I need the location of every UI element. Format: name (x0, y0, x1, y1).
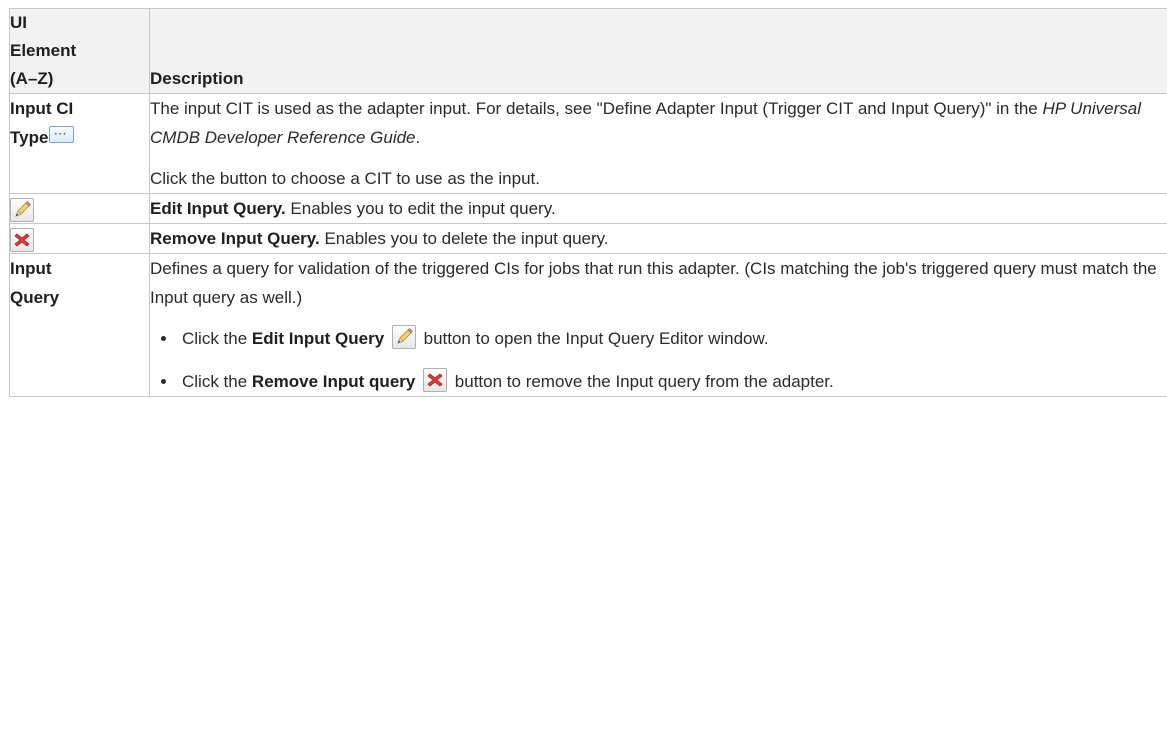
header-word: Element (10, 41, 77, 60)
element-name: Input (10, 259, 52, 278)
element-name: Edit Input Query (251, 329, 385, 348)
browse-ellipsis-icon: ··· (49, 126, 75, 144)
ui-element-cell: Input CI Type ··· (9, 93, 150, 194)
column-header-description: Description (149, 8, 1167, 94)
description-cell: Edit Input Query. Enables you to edit th… (149, 193, 1167, 224)
ui-element-cell (9, 193, 150, 224)
element-name: Query (10, 288, 60, 307)
table-row-input-ci-type: Input CI Type ··· The input CIT is used a… (9, 93, 1167, 194)
description-cell: The input CIT is used as the adapter inp… (149, 93, 1167, 194)
description-cell: Defines a query for validation of the tr… (149, 253, 1167, 397)
ui-element-cell: Input Query (9, 253, 150, 397)
description-text: Click the (182, 372, 252, 391)
table-row-remove-input-query: Remove Input Query. Enables you to delet… (9, 223, 1167, 254)
header-word: UI (10, 13, 27, 32)
ui-element-cell (9, 223, 150, 254)
red-x-icon (10, 227, 34, 252)
description-text: button to remove the Input query from th… (450, 372, 834, 391)
description-text: Enables you to delete the input query. (319, 229, 609, 248)
element-name: Edit Input Query. (150, 199, 286, 218)
description-text: The input CIT is used as the adapter inp… (150, 99, 1043, 118)
description-text: Enables you to edit the input query. (285, 199, 556, 218)
description-cell: Remove Input Query. Enables you to delet… (149, 223, 1167, 254)
list-item: Click the Remove Input query button to r… (178, 367, 1167, 396)
bullet-list: Click the Edit Input Query button to ope… (150, 324, 1167, 396)
element-name: Type (10, 128, 49, 147)
description-text: . (415, 128, 421, 147)
pencil-icon (391, 324, 416, 349)
table-row-input-query: Input Query Defines a query for validati… (9, 253, 1167, 397)
description-text: button to open the Input Query Editor wi… (418, 329, 769, 348)
header-word: (A–Z) (10, 69, 54, 88)
red-x-icon (423, 367, 448, 392)
pencil-icon (10, 197, 34, 222)
list-item: Click the Edit Input Query button to ope… (178, 324, 1167, 353)
description-paragraph: The input CIT is used as the adapter inp… (150, 94, 1167, 152)
table-header-row: UI Element (A–Z) Description (9, 8, 1167, 94)
description-paragraph: Defines a query for validation of the tr… (150, 259, 1157, 307)
element-name: Remove Input Query. (150, 229, 320, 248)
description-text: Click the (182, 329, 252, 348)
column-header-ui-element: UI Element (A–Z) (9, 8, 150, 94)
element-name: Remove Input query (251, 372, 416, 391)
description-paragraph: Click the button to choose a CIT to use … (150, 169, 540, 188)
element-name: Input CI (10, 99, 74, 118)
table-row-edit-input-query: Edit Input Query. Enables you to edit th… (9, 193, 1167, 224)
ui-elements-table: UI Element (A–Z) Description Input CI Ty… (9, 8, 1167, 397)
